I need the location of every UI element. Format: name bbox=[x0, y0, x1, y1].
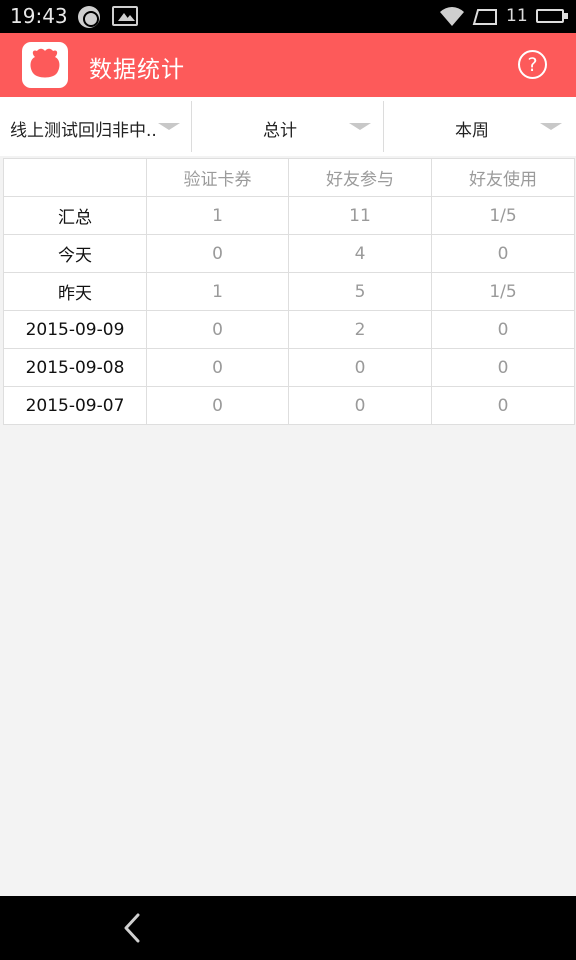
table-cell: 1/5 bbox=[431, 272, 575, 311]
table-cell: 0 bbox=[288, 386, 432, 425]
store-filter-label: 线上测试回归非中.. bbox=[10, 121, 157, 141]
chevron-down-icon bbox=[540, 123, 562, 130]
battery-icon bbox=[536, 9, 568, 23]
page-title: 数据统计 bbox=[89, 57, 185, 83]
status-time: 19:43 bbox=[10, 4, 68, 28]
signal-count: 11 bbox=[506, 6, 528, 26]
app-bar: 数据统计 ? bbox=[0, 33, 576, 97]
row-label: 2015-09-08 bbox=[3, 348, 147, 387]
period-filter-dropdown[interactable]: 本周 bbox=[384, 97, 576, 156]
table-header-row: 验证卡券 好友参与 好友使用 bbox=[3, 158, 575, 197]
table-cell: 1/5 bbox=[431, 196, 575, 235]
row-label: 2015-09-09 bbox=[3, 310, 147, 349]
header-friends-joined: 好友参与 bbox=[288, 158, 432, 197]
table-cell: 0 bbox=[431, 386, 575, 425]
navigation-bar bbox=[0, 896, 576, 960]
row-label: 2015-09-07 bbox=[3, 386, 147, 425]
filter-bar: 线上测试回归非中.. 总计 本周 bbox=[0, 97, 576, 156]
scope-filter-dropdown[interactable]: 总计 bbox=[192, 97, 383, 156]
chevron-down-icon bbox=[349, 123, 371, 130]
row-label: 汇总 bbox=[3, 196, 147, 235]
table-row: 2015-09-08 0 0 0 bbox=[3, 348, 575, 387]
table-cell: 4 bbox=[288, 234, 432, 273]
status-bar: 19:43 11 bbox=[0, 0, 576, 33]
table-cell: 0 bbox=[288, 348, 432, 387]
table-row: 2015-09-09 0 2 0 bbox=[3, 310, 575, 349]
table-cell: 5 bbox=[288, 272, 432, 311]
signal-icon bbox=[472, 8, 498, 26]
table-cell: 0 bbox=[146, 348, 289, 387]
table-row: 2015-09-07 0 0 0 bbox=[3, 386, 575, 425]
table-cell: 1 bbox=[146, 196, 289, 235]
table-cell: 1 bbox=[146, 272, 289, 311]
table-row: 汇总 1 11 1/5 bbox=[3, 196, 575, 235]
question-circle-icon[interactable]: ? bbox=[518, 50, 547, 79]
table-cell: 0 bbox=[146, 310, 289, 349]
wifi-icon bbox=[438, 4, 466, 28]
table-row: 昨天 1 5 1/5 bbox=[3, 272, 575, 311]
table-cell: 0 bbox=[431, 234, 575, 273]
header-verified-coupons: 验证卡券 bbox=[146, 158, 289, 197]
table-cell: 2 bbox=[288, 310, 432, 349]
statistics-table: 验证卡券 好友参与 好友使用 汇总 1 11 1/5 今天 0 4 0 昨天 1… bbox=[3, 158, 575, 425]
period-filter-label: 本周 bbox=[455, 121, 489, 141]
app-logo-icon bbox=[22, 42, 68, 88]
table-cell: 0 bbox=[146, 234, 289, 273]
row-label: 今天 bbox=[3, 234, 147, 273]
table-cell: 0 bbox=[146, 386, 289, 425]
table-row: 今天 0 4 0 bbox=[3, 234, 575, 273]
sync-icon bbox=[78, 6, 100, 28]
header-empty bbox=[3, 158, 147, 197]
back-arrow-icon[interactable] bbox=[118, 912, 150, 948]
table-cell: 0 bbox=[431, 348, 575, 387]
chevron-down-icon bbox=[158, 123, 180, 130]
store-filter-dropdown[interactable]: 线上测试回归非中.. bbox=[0, 97, 191, 156]
table-cell: 11 bbox=[288, 196, 432, 235]
header-friends-used: 好友使用 bbox=[431, 158, 575, 197]
table-cell: 0 bbox=[431, 310, 575, 349]
image-notification-icon bbox=[112, 6, 138, 26]
scope-filter-label: 总计 bbox=[263, 121, 297, 141]
row-label: 昨天 bbox=[3, 272, 147, 311]
